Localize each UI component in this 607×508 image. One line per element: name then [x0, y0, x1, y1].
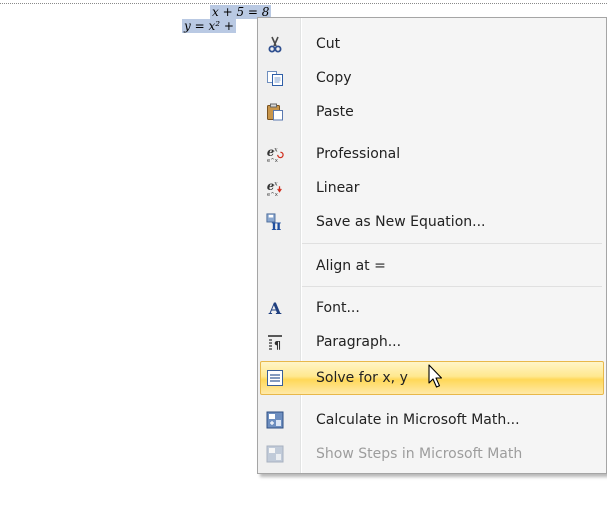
font-icon: A — [266, 298, 284, 318]
scissors-icon — [266, 35, 284, 53]
menu-item-label: Font... — [316, 300, 360, 316]
menu-item-label: Paste — [316, 104, 354, 120]
menu-separator — [302, 243, 602, 244]
paragraph-icon: ¶ — [266, 333, 284, 351]
menu-item-linear[interactable]: e x e^x Linear — [260, 171, 604, 205]
menu-item-save-as-new-equation[interactable]: π Save as New Equation... — [260, 205, 604, 239]
menu-item-professional[interactable]: e x e^x Professional — [260, 137, 604, 171]
menu-separator — [302, 286, 602, 287]
menu-item-font[interactable]: A Font... — [260, 291, 604, 325]
professional-format-icon: e x e^x — [266, 145, 284, 164]
svg-text:x: x — [274, 146, 278, 153]
svg-text:e^x: e^x — [267, 158, 278, 164]
menu-item-label: Professional — [316, 146, 401, 162]
font-icon-glyph: A — [268, 298, 282, 318]
menu-item-label: Show Steps in Microsoft Math — [316, 446, 523, 462]
menu-item-label: Calculate in Microsoft Math... — [316, 412, 520, 428]
linear-format-icon: e x e^x — [266, 179, 284, 198]
svg-text:¶: ¶ — [274, 339, 281, 351]
svg-text:e^x: e^x — [267, 192, 278, 198]
menu-item-align-at-equals[interactable]: Align at = — [260, 249, 604, 283]
context-menu: Cut Copy Paste e x e^x Professional e x … — [257, 17, 607, 474]
menu-item-cut[interactable]: Cut — [260, 27, 604, 61]
solve-icon — [266, 369, 284, 387]
menu-item-label: Cut — [316, 36, 341, 52]
copy-icon — [266, 69, 284, 87]
menu-item-copy[interactable]: Copy — [260, 61, 604, 95]
save-equation-icon: π — [266, 213, 284, 232]
equation-line-2-text: y = x² + — [182, 19, 236, 33]
menu-item-show-steps-in-microsoft-math: Show Steps in Microsoft Math — [260, 437, 604, 471]
menu-item-paragraph[interactable]: ¶ Paragraph... — [260, 325, 604, 359]
menu-item-label: Solve for x, y — [316, 370, 408, 386]
document-page-border — [0, 3, 607, 4]
menu-item-label: Copy — [316, 70, 352, 86]
menu-item-paste[interactable]: Paste — [260, 95, 604, 129]
math-calculate-icon — [266, 411, 284, 429]
paste-icon — [266, 103, 284, 121]
menu-item-label: Linear — [316, 180, 360, 196]
menu-item-label: Paragraph... — [316, 334, 402, 350]
svg-text:π: π — [271, 218, 281, 232]
menu-item-calculate-in-microsoft-math[interactable]: Calculate in Microsoft Math... — [260, 403, 604, 437]
menu-item-label: Save as New Equation... — [316, 214, 486, 230]
menu-item-label: Align at = — [316, 258, 386, 274]
math-steps-icon — [266, 445, 284, 463]
mouse-pointer-icon — [428, 364, 443, 388]
svg-text:x: x — [274, 180, 278, 187]
